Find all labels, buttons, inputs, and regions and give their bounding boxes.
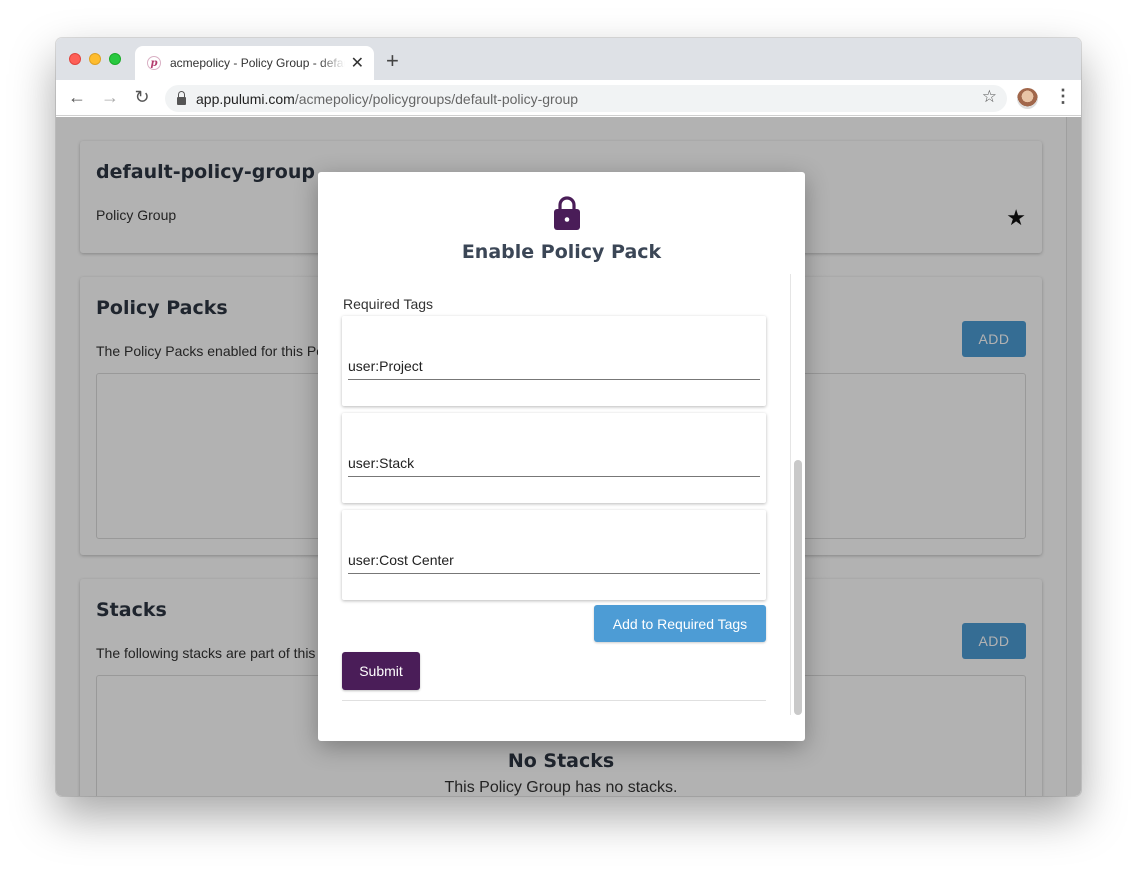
page-viewport: default-policy-group Policy Group ★ Poli…	[56, 117, 1081, 796]
back-arrow-icon[interactable]: ←	[66, 87, 88, 108]
new-tab-plus-icon[interactable]: +	[386, 48, 399, 74]
required-tag-card	[342, 316, 766, 406]
secure-lock-icon[interactable]	[177, 90, 186, 105]
tab-close-icon[interactable]: ✕	[351, 53, 364, 73]
required-tag-input[interactable]	[348, 352, 760, 380]
browser-window: p acmepolicy - Policy Group - default-po…	[56, 38, 1081, 796]
browser-tab[interactable]: p acmepolicy - Policy Group - default-po…	[135, 46, 374, 80]
pulumi-favicon-icon: p	[147, 56, 161, 70]
tab-bar: p acmepolicy - Policy Group - default-po…	[56, 38, 1081, 80]
profile-avatar[interactable]	[1017, 88, 1038, 109]
submit-button[interactable]: Submit	[342, 652, 420, 690]
bookmark-star-icon[interactable]: ☆	[982, 87, 997, 107]
dialog-scrollbar-track[interactable]	[790, 274, 791, 715]
address-bar[interactable]: app.pulumi.com/acmepolicy/policygroups/d…	[165, 85, 1007, 112]
lock-icon	[554, 196, 580, 230]
tab-title: acmepolicy - Policy Group - default-poli…	[170, 56, 345, 70]
required-tag-card	[342, 413, 766, 503]
required-tag-input[interactable]	[348, 546, 760, 574]
browser-toolbar: ← → ↻ app.pulumi.com/acmepolicy/policygr…	[56, 80, 1081, 116]
dialog-scroll-area: Required Tags Add to Required Tags Submi…	[318, 274, 805, 715]
url-path: /acmepolicy/policygroups/default-policy-…	[294, 90, 579, 107]
required-tag-input[interactable]	[348, 449, 760, 477]
required-tags-label: Required Tags	[343, 296, 434, 312]
dialog-divider	[342, 700, 766, 701]
dialog-title: Enable Policy Pack	[461, 241, 662, 263]
browser-menu-icon[interactable]: ⋮	[1054, 86, 1072, 107]
reload-icon[interactable]: ↻	[131, 87, 153, 108]
enable-policy-pack-dialog: Enable Policy Pack Required Tags Add to …	[318, 172, 805, 741]
close-window-button[interactable]	[69, 53, 81, 65]
minimize-window-button[interactable]	[89, 53, 101, 65]
url-host: app.pulumi.com	[196, 90, 295, 107]
zoom-window-button[interactable]	[109, 53, 121, 65]
add-required-tags-button[interactable]: Add to Required Tags	[594, 605, 766, 642]
required-tag-card	[342, 510, 766, 600]
dialog-scrollbar-thumb[interactable]	[794, 460, 802, 715]
forward-arrow-icon[interactable]: →	[99, 87, 121, 108]
